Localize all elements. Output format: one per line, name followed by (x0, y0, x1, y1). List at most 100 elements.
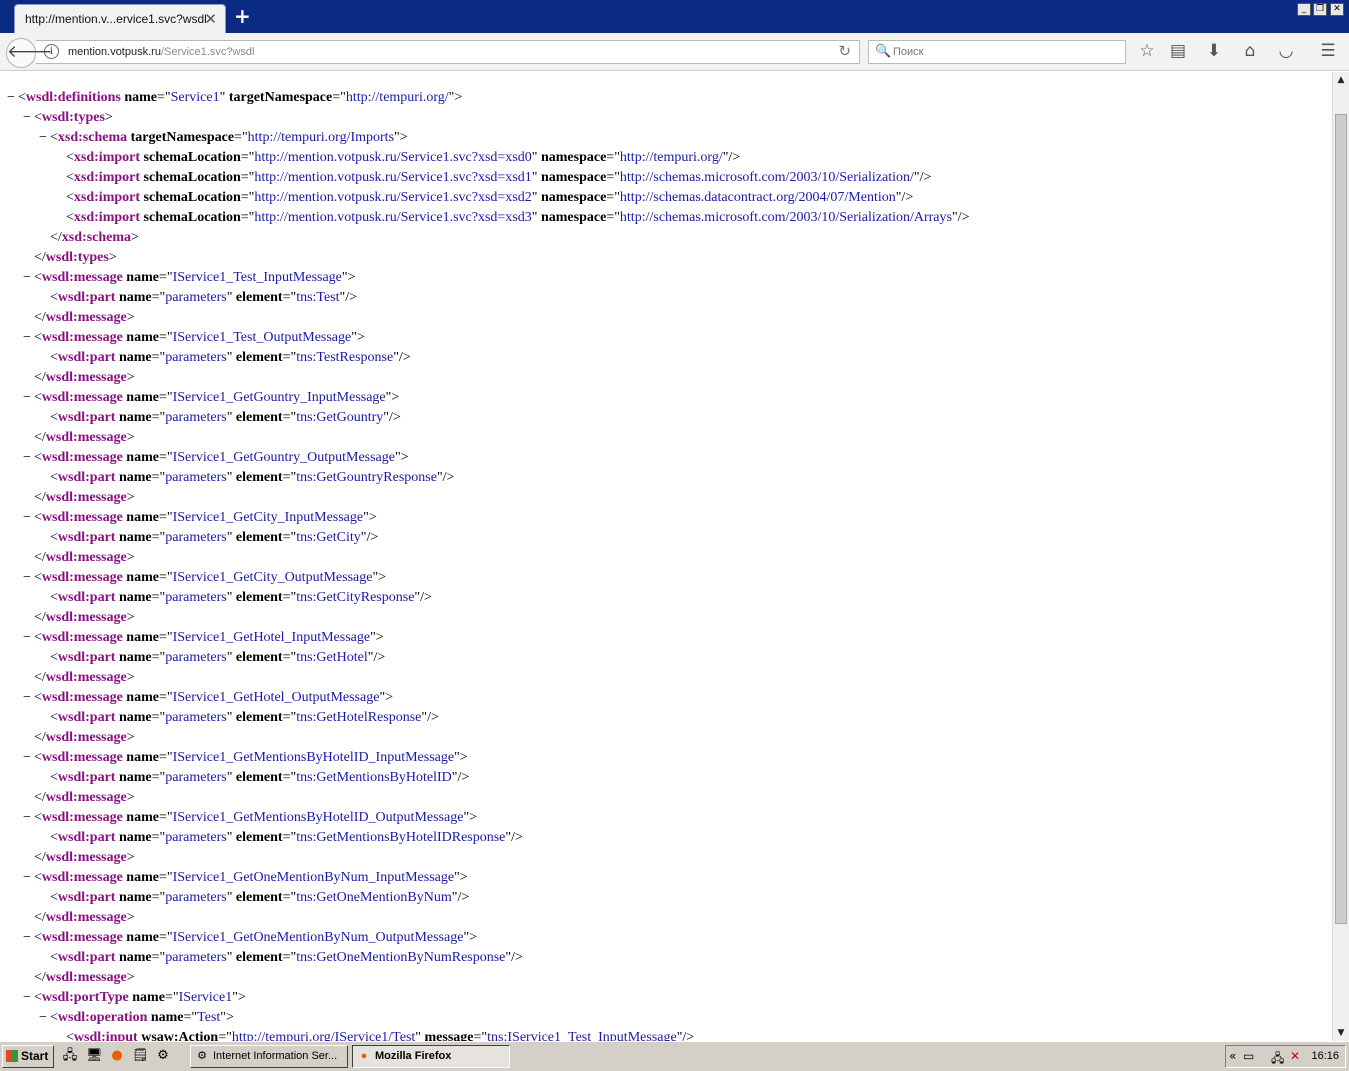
collapse-toggle-icon[interactable]: − (4, 88, 18, 108)
search-bar[interactable]: 🔍 (868, 40, 1126, 64)
collapse-toggle-icon[interactable]: − (36, 1008, 50, 1028)
scrollbar-thumb[interactable] (1335, 114, 1347, 924)
xml-punct: =" (240, 170, 255, 185)
show-desktop-icon[interactable]: 🖥 (86, 1048, 103, 1064)
xml-line: <xsd:import schemaLocation="http://menti… (52, 188, 913, 208)
reload-icon[interactable]: ↻ (838, 42, 851, 60)
volume-muted-icon[interactable]: ✕ (1290, 1049, 1300, 1063)
xml-punct: "> (385, 390, 400, 405)
start-button[interactable]: Start (2, 1045, 54, 1068)
tab-strip: http://mention.v...ervice1.svc?wsdl ✕ + … (0, 0, 1349, 34)
xml-attr-value: tns:Test (296, 290, 340, 305)
collapse-toggle-icon[interactable]: − (20, 388, 34, 408)
browser-tab[interactable]: http://mention.v...ervice1.svc?wsdl ✕ (14, 4, 226, 34)
xml-line: − <wsdl:message name="IService1_Test_Inpu… (20, 268, 355, 288)
task-iis-manager[interactable]: ⚙ Internet Information Ser... (190, 1045, 348, 1068)
xml-punct: "> (220, 1010, 234, 1025)
collapse-toggle-icon[interactable]: − (20, 268, 34, 288)
task-label: Mozilla Firefox (375, 1050, 452, 1062)
xml-attr-name: name (118, 590, 152, 605)
close-window-button[interactable]: ✕ (1330, 3, 1344, 16)
xml-tag-name: wsdl:part (57, 770, 116, 785)
bookmarks-list-icon[interactable]: ▤ (1167, 41, 1189, 61)
collapse-toggle-icon[interactable]: − (20, 328, 34, 348)
xml-attr-value: tns:GetMentionsByHotelID (296, 770, 452, 785)
xml-punct: </ (34, 430, 46, 445)
collapse-toggle-icon[interactable]: − (20, 868, 34, 888)
scroll-down-arrow-icon[interactable]: ▼ (1333, 1025, 1349, 1041)
xml-punct: </ (34, 490, 46, 505)
xml-line: </wsdl:message> (20, 488, 135, 508)
collapse-toggle-icon[interactable]: − (20, 748, 34, 768)
collapse-toggle-icon[interactable]: − (20, 688, 34, 708)
xml-attr-name: message (424, 1030, 474, 1041)
menu-icon[interactable]: ☰ (1317, 41, 1339, 61)
iis-manager-quicklaunch-icon[interactable]: ⚙ (155, 1048, 171, 1064)
close-tab-icon[interactable]: ✕ (204, 10, 217, 28)
xml-attr-value: tns:GetHotelResponse (296, 710, 422, 725)
collapse-toggle-icon[interactable]: − (20, 568, 34, 588)
xml-attr-value: parameters (165, 770, 227, 785)
bookmark-star-icon[interactable]: ☆ (1136, 41, 1158, 61)
collapse-toggle-icon[interactable]: − (20, 448, 34, 468)
xml-attr-value: http://tempuri.org/ (345, 90, 449, 105)
xml-attr-value: IService1_GetGountry_InputMessage (172, 390, 386, 405)
xml-punct: =" (606, 210, 620, 225)
xml-punct: > (104, 110, 113, 125)
search-input[interactable] (893, 43, 1117, 61)
xml-attr-name: element (235, 770, 283, 785)
server-manager-icon[interactable]: 🖧 (62, 1048, 78, 1064)
task-firefox[interactable]: ● Mozilla Firefox (352, 1045, 510, 1068)
collapse-toggle-icon[interactable]: − (20, 988, 34, 1008)
restore-window-button[interactable]: ❐ (1313, 3, 1327, 16)
back-button[interactable]: 🡐 (6, 38, 53, 68)
xml-punct: </ (34, 790, 46, 805)
xml-attr-value: IService1_GetOneMentionByNum_InputMessag… (172, 870, 455, 885)
minimize-window-button[interactable]: _ (1297, 3, 1311, 16)
back-arrow-icon: 🡐 (7, 42, 53, 62)
xml-line: <wsdl:part name="parameters" element="tn… (36, 528, 378, 548)
xml-tag-name: wsdl:definitions (25, 90, 121, 105)
xml-tag-name: wsdl:message (45, 850, 127, 865)
xml-punct: < (50, 290, 58, 305)
xml-attr-value: tns:GetOneMentionByNumResponse (296, 950, 506, 965)
xml-line: − <wsdl:message name="IService1_GetMentio… (20, 748, 468, 768)
url-text[interactable]: mention.votpusk.ru/Service1.svc?wsdl (68, 46, 254, 58)
xml-punct: < (34, 930, 42, 945)
xml-tag-name: wsdl:message (45, 310, 127, 325)
collapse-toggle-icon[interactable]: − (20, 508, 34, 528)
pocket-icon[interactable]: ◡ (1275, 41, 1297, 61)
xml-punct: > (126, 790, 135, 805)
new-tab-button[interactable]: + (234, 4, 251, 28)
xml-punct: =" (282, 350, 297, 365)
clock[interactable]: 16:16 (1311, 1050, 1339, 1062)
xml-punct: " (531, 170, 541, 185)
windows-logo-icon (6, 1050, 18, 1062)
start-label: Start (21, 1049, 49, 1063)
xml-attr-value: tns:GetCity (296, 530, 361, 545)
downloads-icon[interactable]: ⬇ (1203, 41, 1225, 61)
network-icon[interactable]: 🖧 (1271, 1049, 1284, 1070)
xml-attr-name: name (118, 410, 152, 425)
action-center-icon[interactable]: ▭ (1243, 1049, 1254, 1063)
xml-punct: " (226, 470, 236, 485)
collapse-toggle-icon[interactable]: − (20, 928, 34, 948)
scroll-up-arrow-icon[interactable]: ▲ (1333, 72, 1349, 88)
collapse-toggle-icon[interactable]: − (36, 128, 50, 148)
xml-punct: < (34, 690, 42, 705)
collapse-toggle-icon[interactable]: − (20, 108, 34, 128)
notepad-icon[interactable]: 🗒 (132, 1048, 149, 1064)
xml-attr-value: http://mention.votpusk.ru/Service1.svc?x… (254, 210, 532, 225)
url-bar[interactable]: i mention.votpusk.ru/Service1.svc?wsdl ↻ (36, 40, 860, 64)
xml-punct: " (226, 950, 236, 965)
xml-punct: =" (282, 950, 297, 965)
home-icon[interactable]: ⌂ (1239, 41, 1261, 61)
collapse-toggle-icon[interactable]: − (20, 628, 34, 648)
firefox-quicklaunch-icon[interactable]: ● (109, 1048, 125, 1064)
vertical-scrollbar[interactable]: ▲ ▼ (1332, 72, 1349, 1041)
collapse-toggle-icon[interactable]: − (20, 808, 34, 828)
xml-attr-name: name (118, 770, 152, 785)
tray-expand-icon[interactable]: « (1229, 1049, 1236, 1063)
xml-punct: </ (34, 970, 46, 985)
xml-punct: < (50, 770, 58, 785)
